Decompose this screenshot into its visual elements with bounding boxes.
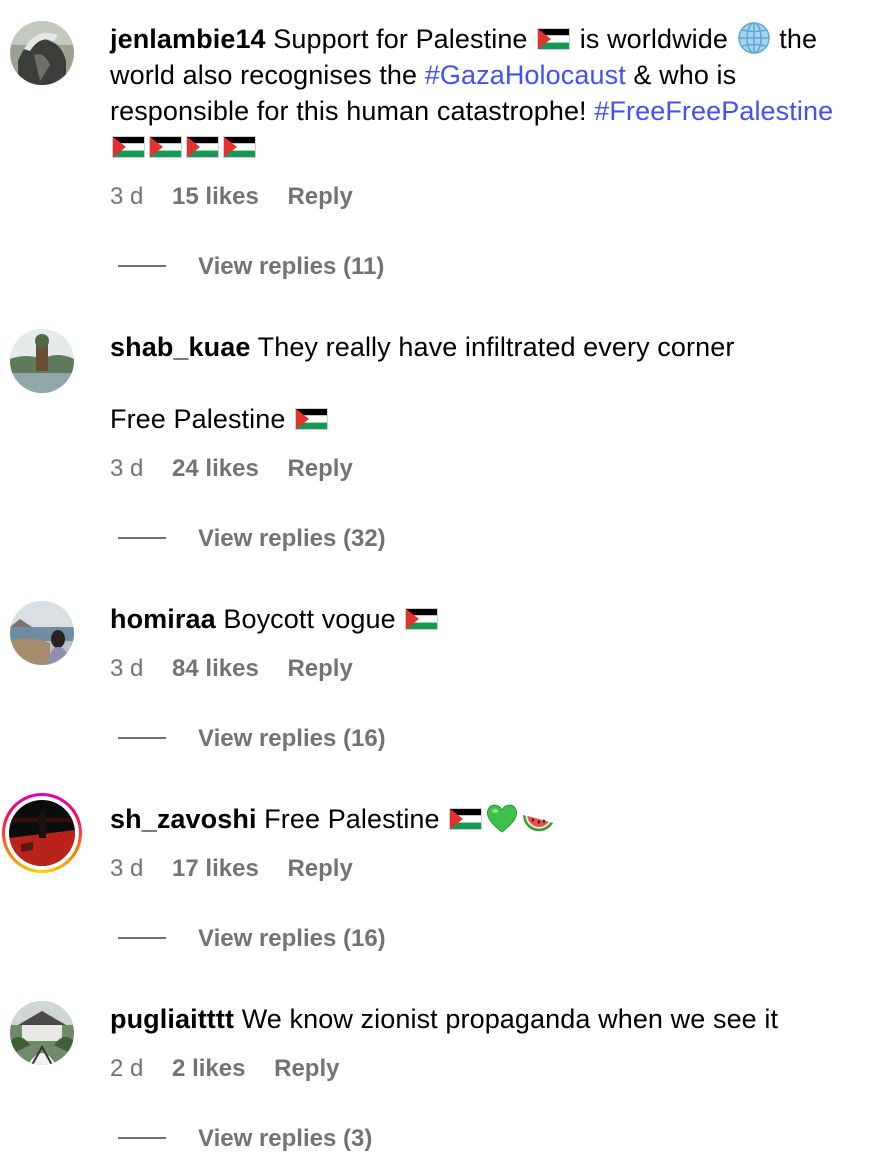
replies-divider	[118, 937, 166, 939]
palestine-flag-icon	[537, 28, 571, 50]
reply-button[interactable]: Reply	[287, 455, 352, 482]
comment-username[interactable]: jenlambie14	[110, 24, 266, 54]
replies-divider	[118, 265, 166, 267]
comment-body: Support for Palestine	[273, 24, 528, 54]
comment-username[interactable]: shab_kuae	[110, 332, 250, 362]
comment-body: Boycott vogue	[223, 604, 396, 634]
comment-text: jenlambie14 Support for Palestine is wor…	[110, 21, 882, 165]
comment-meta: 2 d 2 likes Reply	[110, 1054, 361, 1084]
view-replies-label: View replies (11)	[198, 253, 385, 280]
palestine-flag-icon	[223, 136, 256, 158]
view-replies-label: View replies (32)	[198, 525, 386, 552]
comment-text: homiraa Boycott vogue	[110, 601, 882, 637]
palestine-flag-icon	[295, 408, 329, 430]
comment-text: sh_zavoshi Free Palestine	[110, 801, 882, 837]
view-replies-button[interactable]: View replies (3)	[118, 1124, 372, 1154]
comment-body: We know zionist propaganda when we see i…	[241, 1004, 779, 1034]
comment-body: is worldwide	[579, 24, 729, 54]
watermelon-icon	[521, 801, 555, 835]
comment-username[interactable]: pugliaitttt	[110, 1004, 234, 1034]
comment-timestamp: 2 d	[110, 1055, 144, 1082]
comment-body: Free Palestine	[264, 804, 440, 834]
reply-button[interactable]: Reply	[287, 183, 352, 210]
palestine-flag-icon	[149, 136, 182, 158]
comment-body: They really have infiltrated every corne…	[257, 332, 735, 362]
comment-meta: 3 d 84 likes Reply	[110, 654, 375, 684]
comment-timestamp: 3 d	[110, 655, 144, 682]
comment-timestamp: 3 d	[110, 455, 144, 482]
globe-icon	[737, 21, 771, 55]
palestine-flag-icon	[186, 136, 219, 158]
avatar[interactable]	[10, 601, 74, 665]
likes-count[interactable]: 24 likes	[172, 455, 259, 482]
comment-timestamp: 3 d	[110, 855, 144, 882]
replies-divider	[118, 737, 166, 739]
likes-count[interactable]: 84 likes	[172, 655, 259, 682]
replies-divider	[118, 537, 166, 539]
avatar[interactable]	[10, 21, 74, 85]
comment-text: pugliaitttt We know zionist propaganda w…	[110, 1001, 882, 1037]
reply-button[interactable]: Reply	[287, 855, 352, 882]
palestine-flag-icon	[405, 608, 439, 630]
view-replies-label: View replies (16)	[198, 725, 386, 752]
view-replies-label: View replies (16)	[198, 925, 386, 952]
avatar	[9, 800, 75, 866]
comment-timestamp: 3 d	[110, 183, 144, 210]
comment-meta: 3 d 15 likes Reply	[110, 182, 375, 212]
avatar[interactable]	[10, 329, 74, 393]
comment-meta: 3 d 17 likes Reply	[110, 854, 375, 884]
reply-button[interactable]: Reply	[274, 1055, 339, 1082]
reply-button[interactable]: Reply	[287, 655, 352, 682]
view-replies-button[interactable]: View replies (11)	[118, 252, 384, 282]
view-replies-button[interactable]: View replies (32)	[118, 524, 386, 554]
comment-text: shab_kuae They really have infiltrated e…	[110, 329, 882, 437]
palestine-flag-icon	[449, 808, 483, 830]
palestine-flag-icon	[112, 136, 145, 158]
avatar[interactable]	[10, 1001, 74, 1065]
comment-body: Free Palestine	[110, 404, 286, 434]
comment-username[interactable]: homiraa	[110, 604, 216, 634]
likes-count[interactable]: 15 likes	[172, 183, 259, 210]
view-replies-label: View replies (3)	[198, 1125, 373, 1152]
hashtag-link[interactable]: #GazaHolocaust	[425, 60, 626, 90]
likes-count[interactable]: 2 likes	[172, 1055, 245, 1082]
hashtag-link[interactable]: #FreeFreePalestine	[594, 96, 833, 126]
view-replies-button[interactable]: View replies (16)	[118, 924, 386, 954]
comment-username[interactable]: sh_zavoshi	[110, 804, 257, 834]
view-replies-button[interactable]: View replies (16)	[118, 724, 386, 754]
replies-divider	[118, 1137, 166, 1139]
story-ring-avatar[interactable]	[2, 793, 82, 873]
green-heart-icon	[485, 801, 519, 835]
likes-count[interactable]: 17 likes	[172, 855, 259, 882]
comment-meta: 3 d 24 likes Reply	[110, 454, 375, 484]
